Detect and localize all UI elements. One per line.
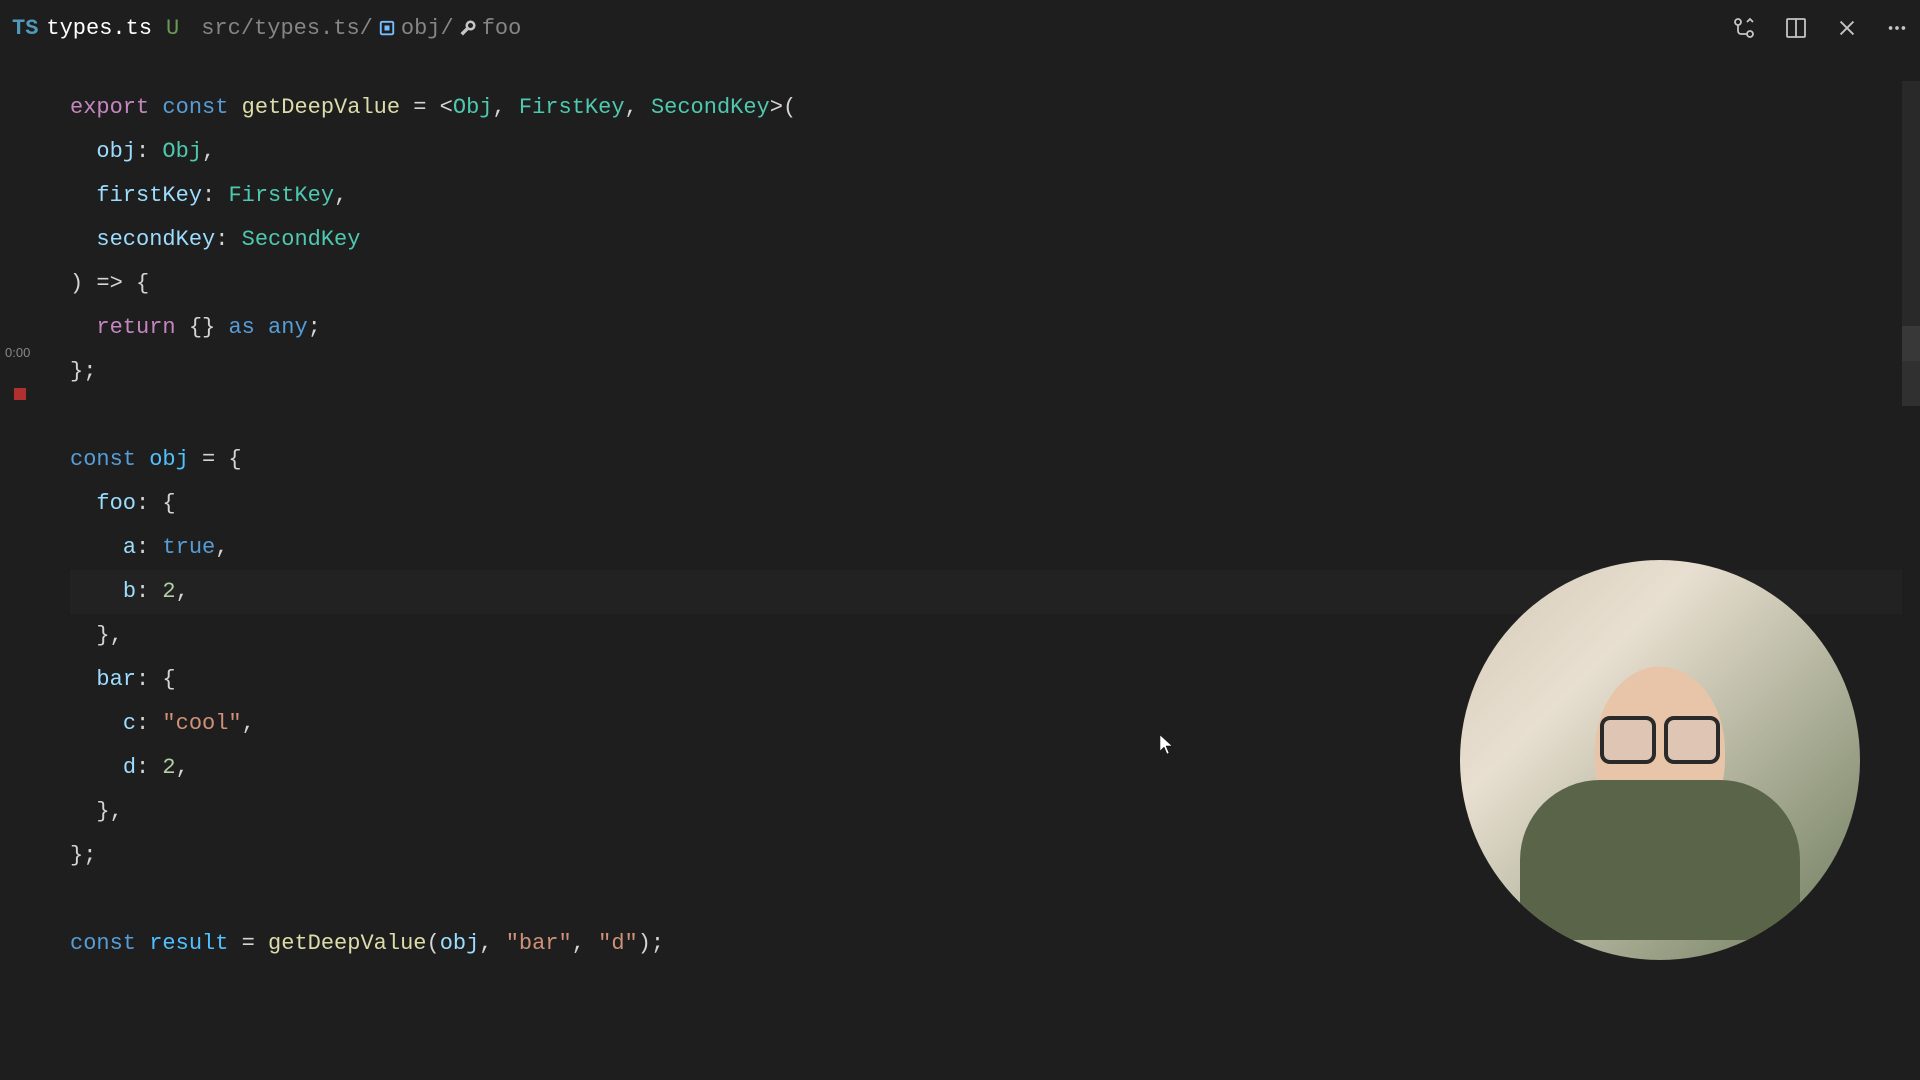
breadcrumb-foo: foo — [482, 16, 522, 41]
ts-file-icon: TS — [12, 16, 38, 41]
presenter-face — [1600, 716, 1720, 756]
field-icon — [377, 18, 397, 38]
minimap[interactable] — [1902, 56, 1920, 1080]
breadcrumb[interactable]: src/types.ts/ obj/ foo — [201, 16, 521, 41]
minimap-content — [1902, 81, 1920, 361]
tab-left: TS types.ts U src/types.ts/ obj/ foo — [12, 16, 521, 41]
mouse-cursor — [1160, 735, 1174, 761]
code-line — [70, 394, 1920, 438]
close-icon[interactable] — [1836, 17, 1858, 39]
more-icon[interactable] — [1886, 17, 1908, 39]
tab-actions — [1732, 16, 1908, 40]
code-line: foo: { — [70, 482, 1920, 526]
code-line: export const getDeepValue = <Obj, FirstK… — [70, 86, 1920, 130]
tab-bar: TS types.ts U src/types.ts/ obj/ foo — [0, 0, 1920, 56]
webcam-overlay[interactable] — [1460, 560, 1860, 960]
code-line: obj: Obj, — [70, 130, 1920, 174]
code-line: return {} as any; — [70, 306, 1920, 350]
diff-icon[interactable] — [1732, 16, 1756, 40]
breadcrumb-path: src/types.ts/ — [201, 16, 373, 41]
minimap-scrollbar[interactable] — [1902, 326, 1920, 406]
code-line: }; — [70, 350, 1920, 394]
split-editor-icon[interactable] — [1784, 16, 1808, 40]
breadcrumb-obj: obj/ — [401, 16, 454, 41]
code-line: const obj = { — [70, 438, 1920, 482]
tab-filename[interactable]: types.ts — [46, 16, 152, 41]
code-line: firstKey: FirstKey, — [70, 174, 1920, 218]
code-line: ) => { — [70, 262, 1920, 306]
wrench-icon — [458, 18, 478, 38]
git-status-marker: U — [166, 16, 179, 41]
code-line: secondKey: SecondKey — [70, 218, 1920, 262]
